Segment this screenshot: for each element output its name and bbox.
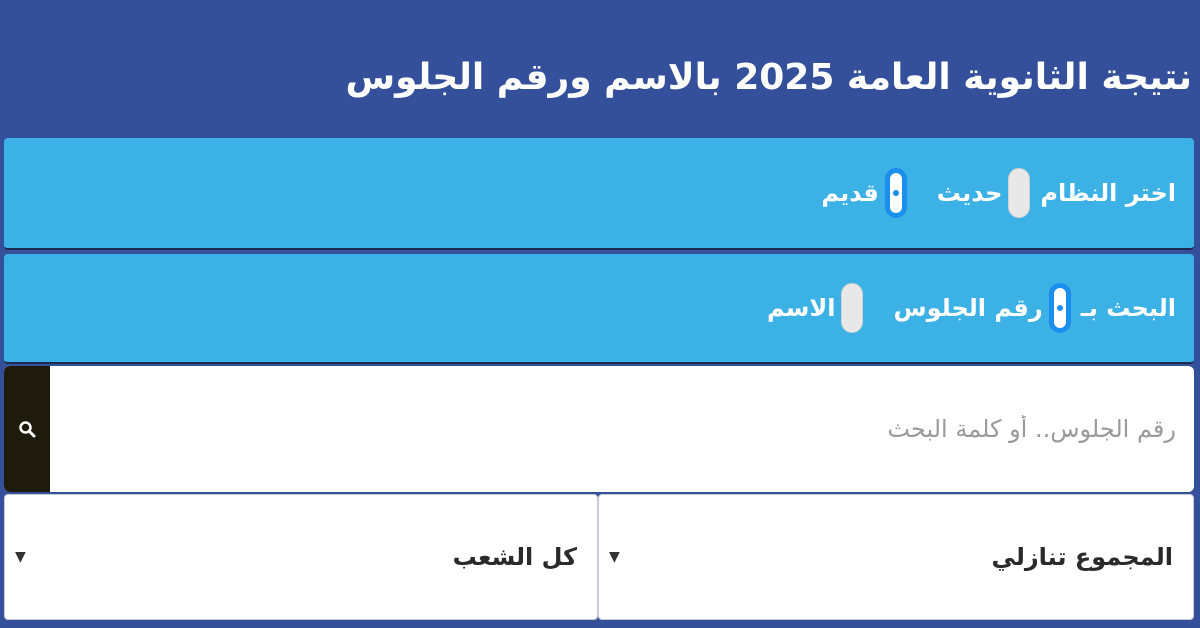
sort-select-value: المجموع تنازلي (991, 543, 1173, 571)
radio-button-seat-number[interactable] (1048, 283, 1071, 333)
search-by-label: البحث بـ (1080, 294, 1176, 322)
radio-button-name[interactable] (841, 283, 864, 333)
system-selector-label: اختر النظام (1040, 179, 1176, 207)
chevron-down-icon: ▼ (15, 549, 26, 565)
chevron-down-icon: ▼ (609, 549, 620, 565)
results-widget: نتيجة الثانوية العامة 2025 بالاسم ورقم ا… (0, 0, 1200, 628)
system-option-new[interactable]: حديث (937, 168, 1031, 218)
search-input[interactable] (50, 366, 1194, 492)
sort-select[interactable]: المجموع تنازلي ▼ (598, 494, 1194, 620)
search-bar (4, 366, 1194, 492)
division-select[interactable]: كل الشعب ▼ (4, 494, 598, 620)
division-select-value: كل الشعب (452, 543, 577, 571)
search-button[interactable] (4, 366, 50, 492)
search-by-panel: البحث بـ رقم الجلوس الاسم (4, 254, 1194, 364)
search-by-option-name-label: الاسم (766, 294, 836, 322)
radio-button-old[interactable] (884, 168, 907, 218)
search-by-option-seat-number-label: رقم الجلوس (893, 294, 1043, 322)
search-by-option-name[interactable]: الاسم (767, 283, 864, 333)
system-option-old-label: قديم (821, 179, 879, 207)
page-title: نتيجة الثانوية العامة 2025 بالاسم ورقم ا… (345, 57, 1192, 98)
system-option-new-label: حديث (936, 179, 1003, 207)
system-selector-panel: اختر النظام حديث قديم (4, 138, 1194, 250)
search-by-option-seat-number[interactable]: رقم الجلوس (893, 283, 1071, 333)
search-icon (19, 421, 36, 438)
radio-button-new[interactable] (1008, 168, 1031, 218)
system-option-old[interactable]: قديم (821, 168, 907, 218)
